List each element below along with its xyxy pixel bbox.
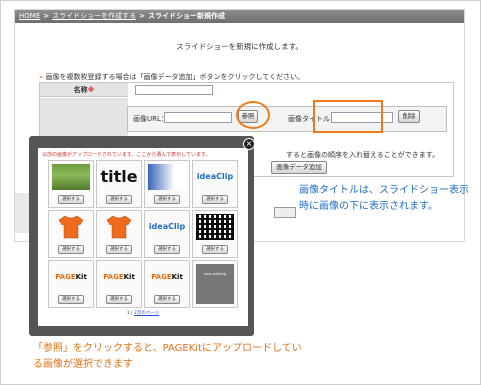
- pagekit-logo-thumbnail: PAGEKit: [148, 264, 186, 290]
- select-button[interactable]: 選択する: [202, 195, 228, 204]
- image-picker-modal: 以前の画像がアップロードされています。ここから選んで表示しています。 選択する …: [38, 148, 248, 326]
- browse-highlight-circle: [236, 101, 270, 129]
- select-button[interactable]: 選択する: [106, 195, 132, 204]
- name-label-text: 名称: [73, 86, 88, 94]
- ideaclip-logo-thumbnail: ideaClip: [196, 172, 234, 181]
- breadcrumb: HOME > スライドショーを作成する > スライドショー新規作成: [15, 10, 464, 23]
- image-item: PAGEKit 選択する: [48, 260, 94, 308]
- banner-thumbnail: [148, 164, 186, 190]
- select-button[interactable]: 選択する: [154, 245, 180, 254]
- pagination: 1 | 2次のページ: [38, 310, 248, 316]
- pagekit-logo-mark: PAGE: [55, 273, 76, 281]
- select-button[interactable]: 選択する: [58, 245, 84, 254]
- select-button[interactable]: 選択する: [58, 195, 84, 204]
- pagekit-logo-mark: Kit: [75, 273, 87, 281]
- select-button[interactable]: 選択する: [58, 295, 84, 304]
- image-item: 選択する: [48, 210, 94, 258]
- image-item: ideaClip 選択する: [144, 210, 190, 258]
- name-input[interactable]: [135, 85, 213, 95]
- add-image-data-button[interactable]: 画像データ追加: [271, 161, 327, 174]
- image-item: 選択する: [192, 210, 238, 258]
- select-button[interactable]: 選択する: [202, 245, 228, 254]
- delete-button[interactable]: 削除: [398, 110, 420, 123]
- close-icon[interactable]: ×: [243, 138, 255, 150]
- pager-separator: |: [131, 311, 133, 316]
- browse-annotation: 「参照」をクリックすると、PAGEKitにアップロードしている画像が選択できます: [33, 343, 302, 370]
- qr-code-thumbnail: [196, 214, 234, 240]
- image-input-row: 画像URL： 参照 画像タイトル： 削除: [127, 106, 447, 132]
- required-mark: ※: [87, 86, 95, 94]
- image-item: ideaClip 選択する: [192, 160, 238, 208]
- title-thumbnail: title: [100, 167, 138, 186]
- modal-title: 以前の画像がアップロードされています。ここから選んで表示しています。: [42, 152, 211, 158]
- breadcrumb-create-link[interactable]: スライドショーを作成する: [52, 12, 136, 20]
- pagekit-logo-thumbnail: PAGEKit: [52, 264, 90, 290]
- image-item: PAGEKit 選択する: [144, 260, 190, 308]
- select-button[interactable]: 選択する: [154, 195, 180, 204]
- select-button[interactable]: 選択する: [106, 245, 132, 254]
- image-item: 選択する: [96, 210, 142, 258]
- ideaclip-logo-thumbnail: ideaClip: [148, 222, 186, 231]
- select-button[interactable]: 選択する: [154, 295, 180, 304]
- image-grid: 選択する title 選択する 選択する ideaClip 選択する 選択する …: [48, 160, 240, 310]
- image-item: 選択する: [48, 160, 94, 208]
- image-url-input[interactable]: [164, 112, 232, 123]
- pagekit-logo-mark: Kit: [171, 273, 183, 281]
- tshirt-thumbnail: [52, 214, 90, 240]
- order-note-text: すると画像の順序を入れ替えることができます。: [286, 151, 440, 159]
- partially-hidden-button[interactable]: [274, 207, 296, 218]
- image-item: 選択する: [144, 160, 190, 208]
- tshirt-thumbnail: [100, 214, 138, 240]
- image-item: now printing: [192, 260, 238, 308]
- image-item: title 選択する: [96, 160, 142, 208]
- name-label: 名称※: [40, 83, 128, 97]
- now-printing-thumbnail: now printing: [196, 264, 234, 304]
- pagekit-logo-mark: PAGE: [151, 273, 172, 281]
- pager-current: 1: [126, 311, 130, 316]
- pager-next-link[interactable]: 次のページ: [137, 311, 159, 316]
- tshirt-icon: [58, 215, 84, 239]
- title-highlight-box: [313, 100, 383, 133]
- pagekit-logo-mark: Kit: [123, 273, 135, 281]
- pagekit-logo-thumbnail: PAGEKit: [100, 264, 138, 290]
- breadcrumb-home-link[interactable]: HOME: [19, 12, 40, 20]
- image-url-label: 画像URL：: [133, 115, 168, 123]
- select-button[interactable]: 選択する: [106, 295, 132, 304]
- page-lead-text: スライドショーを新規に作成します。: [176, 42, 303, 51]
- tshirt-icon: [106, 215, 132, 239]
- pagekit-logo-mark: PAGE: [103, 273, 124, 281]
- title-annotation: 画像タイトルは、スライドショー表示時に画像の下に表示されます。: [299, 185, 469, 212]
- breadcrumb-current: スライドショー新規作成: [148, 12, 225, 20]
- image-item: PAGEKit 選択する: [96, 260, 142, 308]
- instruction-text: » 画像を複数枚登録する場合は「画像データ追加」ボタンをクリックしてください。: [39, 72, 304, 82]
- photo-thumbnail: [52, 164, 90, 190]
- instruction-label: 画像を複数枚登録する場合は「画像データ追加」ボタンをクリックしてください。: [45, 73, 305, 81]
